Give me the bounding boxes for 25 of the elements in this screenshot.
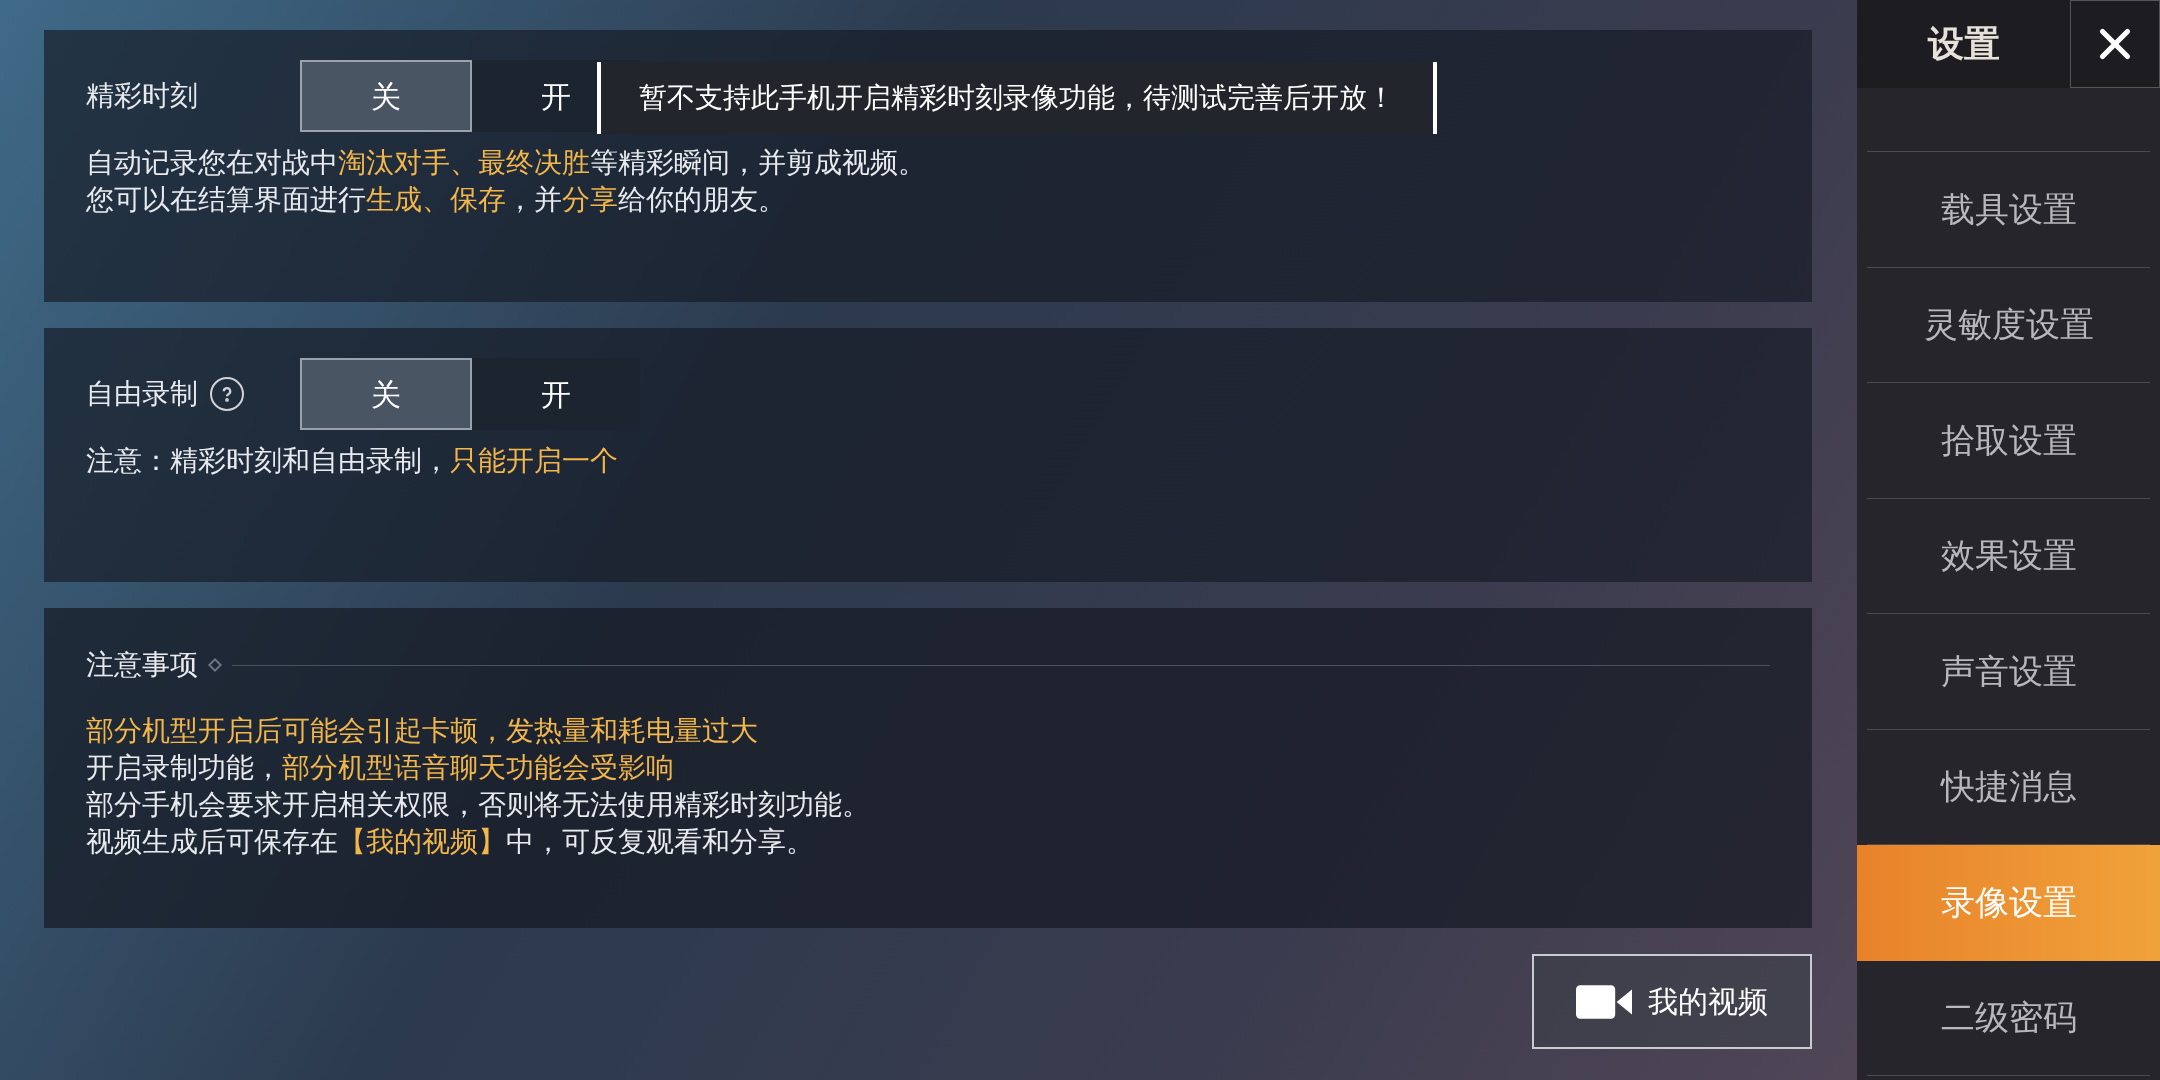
- description-text: 您可以在结算界面进行生成、保存，并分享给你的朋友。: [86, 182, 786, 218]
- description-text: 部分机型开启后可能会引起卡顿，发热量和耗电量过大: [86, 713, 758, 749]
- toggle-option[interactable]: 关: [300, 60, 472, 132]
- sidebar-item[interactable]: 声音设置: [1867, 614, 2150, 730]
- sidebar-item[interactable]: 效果设置: [1867, 498, 2150, 614]
- description-text: 注意：精彩时刻和自由录制，只能开启一个: [86, 443, 618, 479]
- description-text: 视频生成后可保存在【我的视频】中，可反复观看和分享。: [86, 824, 814, 860]
- toggle-option[interactable]: 开: [472, 358, 640, 430]
- setting-label: 精彩时刻: [86, 78, 198, 114]
- description-text: 部分手机会要求开启相关权限，否则将无法使用精彩时刻功能。: [86, 787, 870, 823]
- sidebar-item[interactable]: 拾取设置: [1867, 383, 2150, 499]
- toggle-option[interactable]: 关: [300, 358, 472, 430]
- sidebar-title: 设置: [1857, 0, 2070, 88]
- sidebar-item[interactable]: 载具设置: [1867, 152, 2150, 268]
- video-camera-icon: [1576, 984, 1632, 1019]
- tooltip: 暂不支持此手机开启精彩时刻录像功能，待测试完善后开放！: [597, 62, 1437, 134]
- my-videos-button[interactable]: 我的视频: [1532, 954, 1812, 1049]
- notes-heading: 注意事项: [86, 647, 198, 683]
- sidebar-item[interactable]: 二级密码: [1867, 960, 2150, 1076]
- description-text: 开启录制功能，部分机型语音聊天功能会受影响: [86, 750, 674, 786]
- sidebar-item[interactable]: 灵敏度设置: [1867, 267, 2150, 383]
- help-icon[interactable]: [210, 377, 244, 411]
- close-button[interactable]: [2070, 0, 2160, 88]
- description-text: 自动记录您在对战中淘汰对手、最终决胜等精彩瞬间，并剪成视频。: [86, 145, 926, 181]
- setting-label: 自由录制: [86, 376, 198, 412]
